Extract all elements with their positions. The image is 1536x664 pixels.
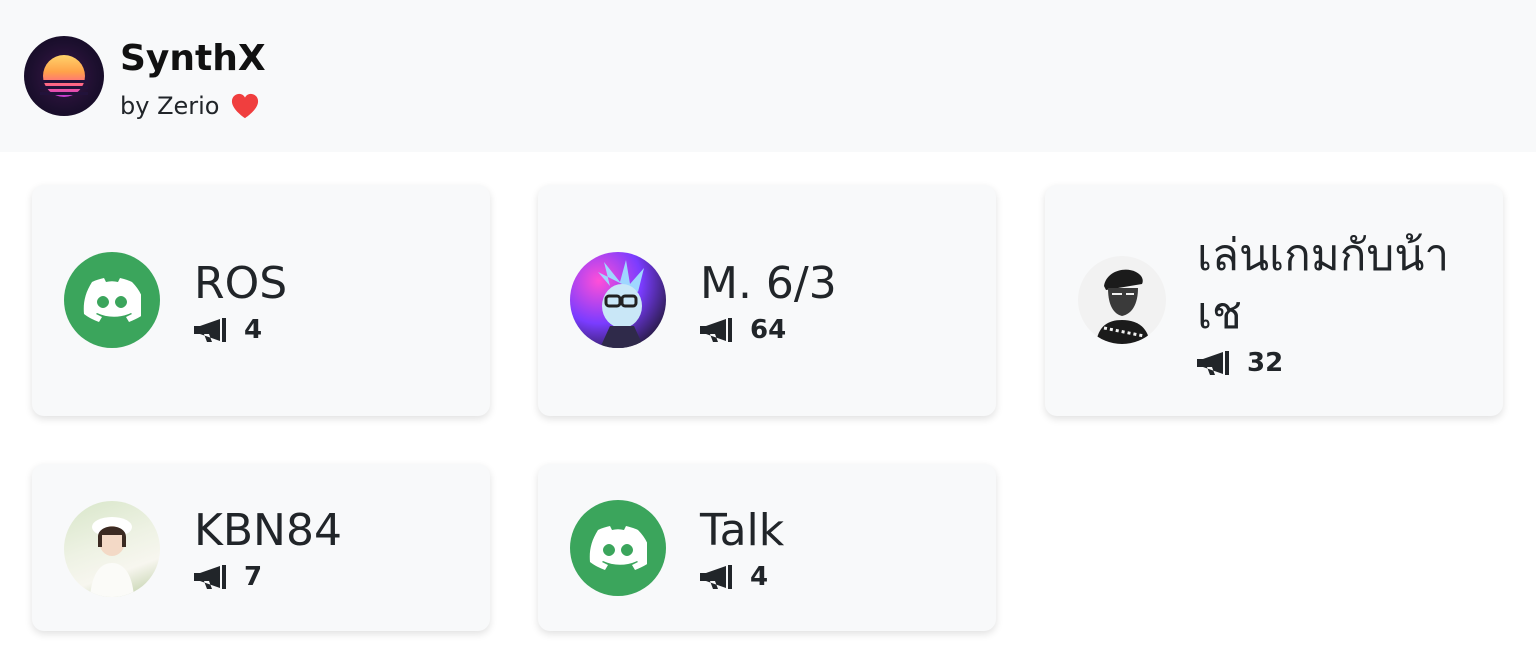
- server-name: เล่นเกมกับน้าเช: [1197, 230, 1450, 339]
- server-name: ROS: [194, 258, 288, 309]
- app-title: SynthX: [120, 38, 266, 79]
- megaphone-icon: [1197, 351, 1229, 375]
- member-count: 4: [194, 315, 262, 345]
- server-card-kbn84[interactable]: KBN84 7: [32, 464, 490, 631]
- server-name: KBN84: [194, 505, 342, 556]
- server-card-m63[interactable]: M. 6/3 64: [538, 185, 996, 416]
- member-count: 4: [700, 562, 768, 592]
- member-count: 32: [1197, 348, 1283, 378]
- member-count-value: 64: [750, 315, 787, 345]
- megaphone-icon: [700, 565, 732, 589]
- discord-icon: [570, 500, 666, 596]
- megaphone-icon: [700, 318, 732, 342]
- member-count-value: 4: [244, 315, 263, 345]
- byline: by Zerio: [120, 89, 260, 123]
- server-card-ros[interactable]: ROS 4: [32, 185, 490, 416]
- megaphone-icon: [194, 565, 226, 589]
- heart-icon: [231, 93, 258, 119]
- member-count-value: 7: [244, 562, 263, 592]
- megaphone-icon: [194, 318, 226, 342]
- app-header: SynthX by Zerio: [0, 0, 1536, 152]
- byline-text: by Zerio: [120, 92, 220, 120]
- discord-icon: [64, 252, 160, 348]
- server-name: Talk: [700, 505, 785, 556]
- rick-avatar-icon: [570, 252, 666, 348]
- che-avatar-icon: [1078, 256, 1166, 344]
- server-card-che[interactable]: เล่นเกมกับน้าเช 32: [1045, 185, 1503, 416]
- member-count-value: 4: [750, 562, 769, 592]
- member-count: 7: [194, 562, 262, 592]
- synthwave-logo-icon: [24, 36, 104, 116]
- server-name: M. 6/3: [700, 258, 837, 309]
- server-card-talk[interactable]: Talk 4: [538, 464, 996, 631]
- member-count-value: 32: [1247, 348, 1284, 378]
- member-count: 64: [700, 315, 786, 345]
- photo-avatar-icon: [64, 501, 160, 597]
